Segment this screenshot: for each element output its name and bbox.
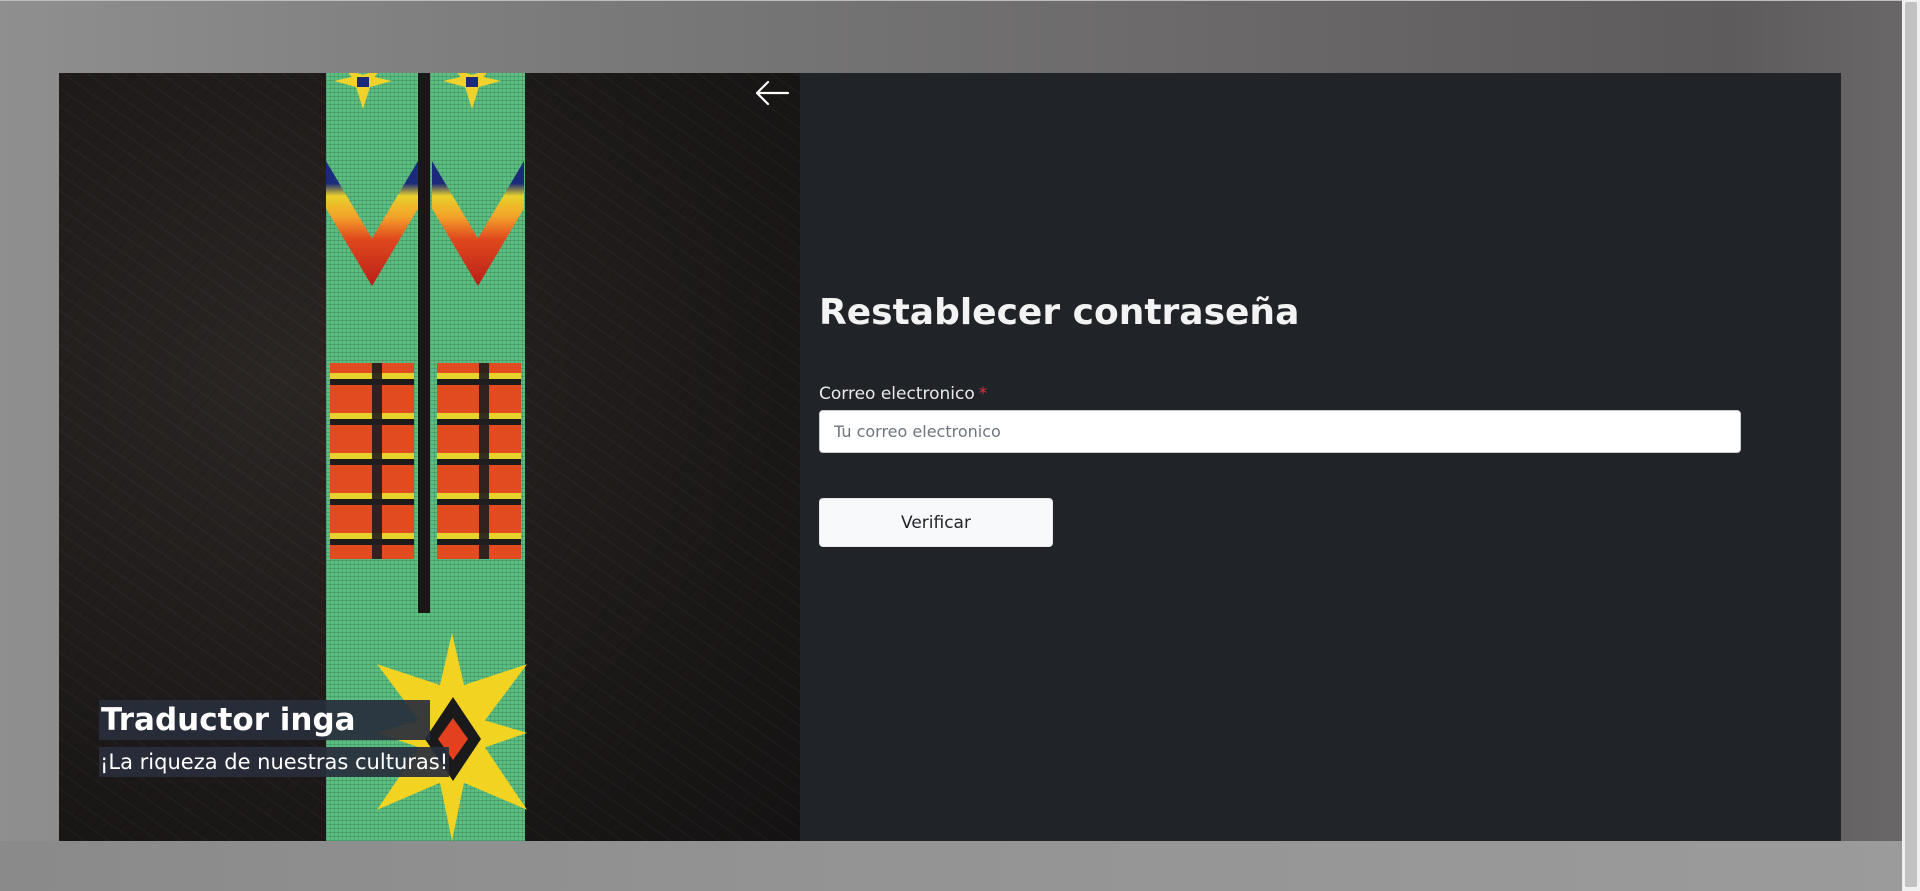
vertical-scrollbar[interactable] [1902,0,1920,891]
page-title: Restablecer contraseña [819,292,1300,333]
required-mark: * [978,384,988,404]
beaded-star-center-left [357,77,369,87]
back-arrow-icon[interactable] [754,79,790,107]
verify-button[interactable]: Verificar [819,498,1053,547]
hero-subtitle: ¡La riqueza de nuestras culturas! [99,747,450,777]
page-bottom-area [0,841,1920,891]
email-field[interactable] [819,410,1741,453]
email-label: Correo electronico * [819,382,1741,406]
hero-title: Traductor inga [99,700,430,740]
band-slit [418,73,430,613]
beaded-block-pattern-left [330,363,414,559]
beaded-block-pattern-right [437,363,521,559]
window-top-edge [0,0,1920,1]
scrollbar-thumb[interactable] [1905,2,1917,887]
beaded-star-center-right [466,77,478,87]
reset-password-form: Restablecer contraseña Correo electronic… [819,287,1741,547]
email-label-text: Correo electronico [819,384,975,404]
hero-image-panel: Traductor inga ¡La riqueza de nuestras c… [59,73,800,841]
